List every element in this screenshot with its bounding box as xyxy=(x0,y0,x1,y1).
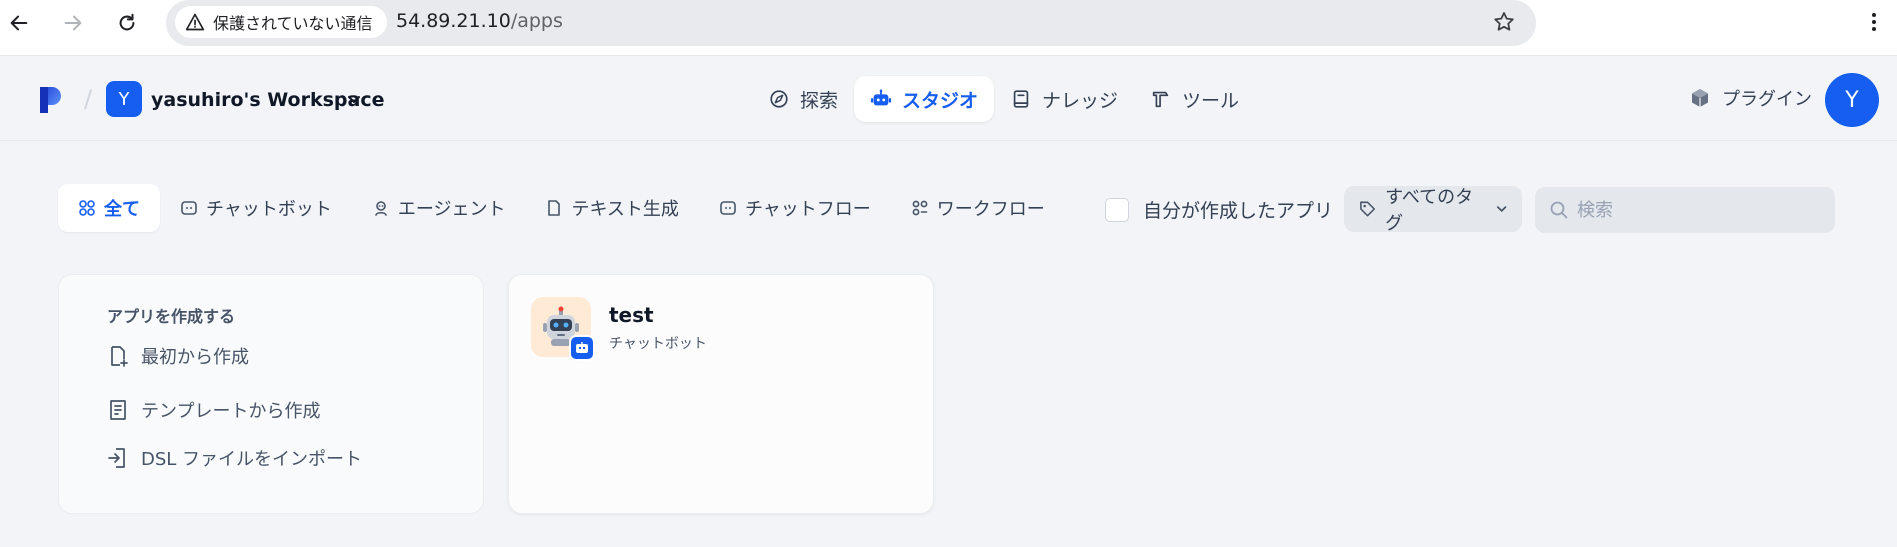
back-button[interactable] xyxy=(4,8,34,38)
plugin-link[interactable]: プラグイン xyxy=(1688,85,1812,111)
tag-icon xyxy=(1360,201,1376,217)
plugin-label: プラグイン xyxy=(1722,89,1812,110)
app-logo-icon[interactable] xyxy=(36,83,68,115)
user-avatar[interactable]: Y xyxy=(1825,73,1879,127)
filter-tab-label: 全て xyxy=(104,199,140,220)
filter-tab-label: エージェント xyxy=(397,199,506,220)
browser-toolbar: 保護されていない通信 54.89.21.10/apps xyxy=(0,0,1897,56)
search-box[interactable] xyxy=(1535,187,1835,233)
chat-bot-icon xyxy=(181,201,197,215)
chevron-down-icon[interactable] xyxy=(346,91,362,107)
search-input[interactable] xyxy=(1577,199,1817,221)
chat-flow-icon xyxy=(720,201,736,215)
create-app-title: アプリを作成する xyxy=(107,307,236,326)
filter-tab-text-generation[interactable]: テキスト生成 xyxy=(525,184,698,232)
file-plus-icon xyxy=(111,346,128,367)
arrow-right-icon xyxy=(64,15,82,31)
nav-tools[interactable]: ツール xyxy=(1134,76,1255,122)
url-text: 54.89.21.10/apps xyxy=(396,10,563,32)
hammer-icon xyxy=(1152,91,1169,108)
address-bar[interactable]: 保護されていない通信 54.89.21.10/apps xyxy=(166,0,1536,46)
workflow-icon xyxy=(912,200,928,216)
bookmark-star-icon[interactable] xyxy=(1492,10,1516,34)
chat-bot-icon xyxy=(576,342,588,353)
chevron-down-icon xyxy=(1496,206,1506,212)
main-nav: 探索 スタジオ ナレッジ ツール xyxy=(752,76,1255,122)
url-host: 54.89.21.10 xyxy=(396,10,511,32)
filter-tab-chatbot[interactable]: チャットボット xyxy=(160,184,352,232)
nav-explore[interactable]: 探索 xyxy=(752,76,854,122)
create-item-label: 最初から作成 xyxy=(141,347,249,368)
tag-filter-label: すべてのタグ xyxy=(1385,187,1474,234)
reload-icon xyxy=(119,13,135,31)
app-type-filter: 全て チャットボット エージェント テキスト生成 チャットフロー ワークフロー xyxy=(58,184,1065,232)
grid-icon xyxy=(79,200,95,216)
document-icon xyxy=(548,200,561,216)
workspace-avatar[interactable]: Y xyxy=(106,81,142,117)
app-card[interactable]: test チャットボット xyxy=(508,274,934,514)
security-chip[interactable]: 保護されていない通信 xyxy=(175,6,387,38)
nav-knowledge[interactable]: ナレッジ xyxy=(994,76,1134,122)
url-path: /apps xyxy=(510,10,563,32)
filter-tab-chatflow[interactable]: チャットフロー xyxy=(699,184,891,232)
nav-studio[interactable]: スタジオ xyxy=(854,76,995,122)
create-item-label: テンプレートから作成 xyxy=(141,401,321,422)
create-from-template-button[interactable]: テンプレートから作成 xyxy=(107,397,320,423)
browser-menu-icon[interactable] xyxy=(1862,10,1886,34)
tag-filter-select[interactable]: すべてのタグ xyxy=(1344,186,1522,234)
cube-icon xyxy=(1692,89,1708,107)
filter-tab-all[interactable]: 全て xyxy=(58,184,160,232)
nav-explore-label: 探索 xyxy=(800,89,839,112)
create-app-card: アプリを作成する 最初から作成 テンプレートから作成 DSL ファイルをインポー… xyxy=(58,274,484,514)
created-by-me-filter[interactable]: 自分が作成したアプリ xyxy=(1105,196,1333,223)
search-icon xyxy=(1550,201,1568,219)
create-from-blank-button[interactable]: 最初から作成 xyxy=(107,343,249,369)
nav-knowledge-label: ナレッジ xyxy=(1042,89,1119,112)
import-dsl-button[interactable]: DSL ファイルをインポート xyxy=(107,445,362,471)
created-by-me-checkbox[interactable] xyxy=(1105,197,1129,222)
book-icon xyxy=(1013,90,1029,108)
robot-icon xyxy=(870,89,892,106)
app-type: チャットボット xyxy=(609,336,707,352)
reload-button[interactable] xyxy=(112,8,142,38)
compass-icon xyxy=(770,90,788,108)
filter-tab-label: チャットフロー xyxy=(744,199,871,220)
breadcrumb-separator: / xyxy=(84,85,93,113)
chat-bot-badge xyxy=(569,335,595,361)
warning-icon xyxy=(185,13,205,31)
app-header: / Y yasuhiro's Workspace 探索 スタジオ ナレッジ ツー… xyxy=(0,57,1897,141)
created-by-me-label: 自分が作成したアプリ xyxy=(1143,200,1334,222)
nav-studio-label: スタジオ xyxy=(902,89,979,112)
filter-tab-label: ワークフロー xyxy=(936,199,1045,220)
security-label: 保護されていない通信 xyxy=(213,14,373,33)
file-import-icon xyxy=(108,448,125,468)
filter-tab-label: テキスト生成 xyxy=(571,199,679,220)
filter-tab-agent[interactable]: エージェント xyxy=(352,184,526,232)
create-item-label: DSL ファイルをインポート xyxy=(141,449,363,470)
agent-icon xyxy=(375,201,387,216)
forward-button[interactable] xyxy=(58,8,88,38)
filter-tab-label: チャットボット xyxy=(206,199,332,220)
nav-tools-label: ツール xyxy=(1182,89,1240,112)
app-name: test xyxy=(609,303,654,327)
template-icon xyxy=(110,400,126,420)
arrow-left-icon xyxy=(10,15,28,31)
filter-tab-workflow[interactable]: ワークフロー xyxy=(891,184,1065,232)
